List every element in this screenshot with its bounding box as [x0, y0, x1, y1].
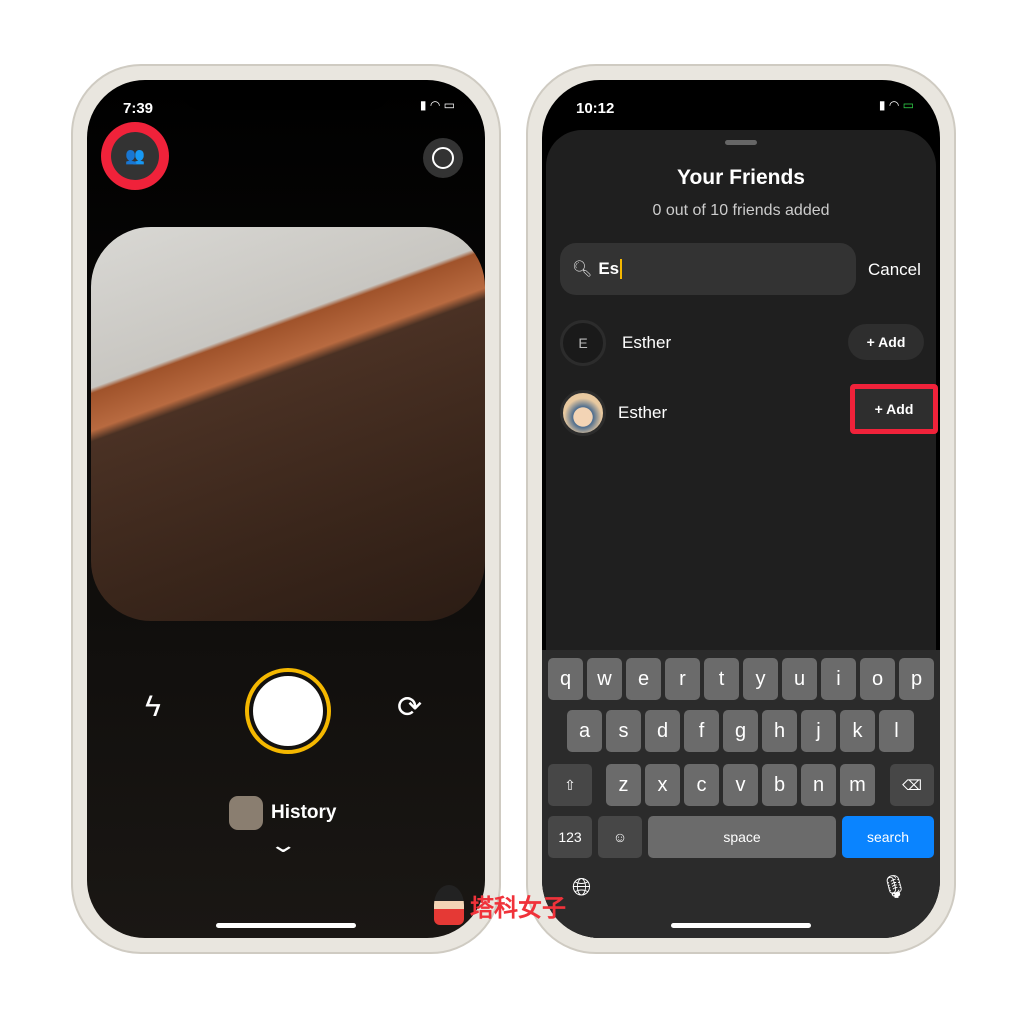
left-phone: 7:39 ▮ ◠ ▭ 👥 ϟ ⟳ History ⌄ [71, 64, 501, 954]
key-n[interactable]: n [801, 764, 836, 806]
key-u[interactable]: u [782, 658, 817, 700]
key-j[interactable]: j [801, 710, 836, 752]
search-key[interactable]: search [842, 816, 934, 858]
watermark-mascot [434, 885, 464, 925]
list-item: Esther + Add [560, 384, 938, 438]
profile-icon [432, 147, 454, 169]
key-r[interactable]: r [665, 658, 700, 700]
key-f[interactable]: f [684, 710, 719, 752]
add-friend-button[interactable]: + Add [850, 384, 938, 434]
home-indicator [216, 923, 356, 928]
watermark-text: 塔科女子 [470, 894, 566, 922]
history-button[interactable]: History [229, 796, 336, 830]
emoji-key[interactable]: ☺ [598, 816, 642, 858]
key-l[interactable]: l [879, 710, 914, 752]
friends-icon: 👥 [125, 148, 145, 165]
key-y[interactable]: y [743, 658, 778, 700]
key-g[interactable]: g [723, 710, 758, 752]
status-icons: ▮ ◠ ▭ [419, 98, 455, 112]
camera-preview [91, 227, 485, 621]
search-icon: 🔍︎ [572, 261, 593, 278]
key-v[interactable]: v [723, 764, 758, 806]
cancel-button[interactable]: Cancel [868, 260, 921, 280]
friends-screen: 10:12 ▮ ◠ ▭ Your Friends 0 out of 10 fri… [542, 80, 940, 938]
numbers-key[interactable]: 123 [548, 816, 592, 858]
friend-name: Esther [618, 403, 668, 422]
page-title: Your Friends [677, 166, 805, 189]
status-time: 10:12 [576, 100, 615, 117]
key-h[interactable]: h [762, 710, 797, 752]
key-p[interactable]: p [899, 658, 934, 700]
avatar [560, 390, 606, 436]
search-input[interactable]: 🔍︎ Es [560, 243, 856, 295]
list-item: E Esther + Add [560, 320, 924, 368]
friends-count: 0 out of 10 friends added [652, 202, 830, 219]
friends-button[interactable]: 👥 [111, 132, 159, 180]
key-m[interactable]: m [840, 764, 875, 806]
key-w[interactable]: w [587, 658, 622, 700]
profile-button[interactable] [423, 138, 463, 178]
key-q[interactable]: q [548, 658, 583, 700]
shutter-button[interactable] [245, 668, 331, 754]
flash-icon[interactable]: ϟ [145, 690, 161, 724]
flip-camera-icon[interactable]: ⟳ [397, 690, 422, 725]
search-value: Es [598, 259, 623, 279]
status-time: 7:39 [123, 100, 154, 117]
keyboard: 123 ☺ space search ⇧ ⌫ 🌐︎ 🎙︎ qwertyuiop a… [542, 650, 940, 938]
sheet-handle[interactable] [725, 140, 757, 145]
key-k[interactable]: k [840, 710, 875, 752]
key-e[interactable]: e [626, 658, 661, 700]
key-d[interactable]: d [645, 710, 680, 752]
key-o[interactable]: o [860, 658, 895, 700]
camera-screen: 7:39 ▮ ◠ ▭ 👥 ϟ ⟳ History ⌄ [87, 80, 485, 938]
history-thumbnail [229, 796, 263, 830]
watermark: 塔科女子 [434, 885, 566, 925]
chevron-down-icon[interactable]: ⌄ [268, 832, 298, 858]
key-a[interactable]: a [567, 710, 602, 752]
notch [636, 80, 846, 110]
delete-key[interactable]: ⌫ [890, 764, 934, 806]
key-x[interactable]: x [645, 764, 680, 806]
space-key[interactable]: space [648, 816, 836, 858]
home-indicator [671, 923, 811, 928]
shift-key[interactable]: ⇧ [548, 764, 592, 806]
notch [181, 80, 391, 110]
add-friend-button[interactable]: + Add [848, 324, 924, 360]
key-z[interactable]: z [606, 764, 641, 806]
key-t[interactable]: t [704, 658, 739, 700]
key-s[interactable]: s [606, 710, 641, 752]
microphone-icon[interactable]: 🎙︎ [880, 874, 908, 900]
globe-icon[interactable]: 🌐︎ [572, 874, 591, 902]
right-phone: 10:12 ▮ ◠ ▭ Your Friends 0 out of 10 fri… [526, 64, 956, 954]
key-b[interactable]: b [762, 764, 797, 806]
friend-name: Esther [622, 333, 672, 352]
key-c[interactable]: c [684, 764, 719, 806]
status-icons: ▮ ◠ ▭ [878, 98, 914, 112]
history-label: History [271, 802, 337, 823]
key-i[interactable]: i [821, 658, 856, 700]
avatar: E [560, 320, 606, 366]
